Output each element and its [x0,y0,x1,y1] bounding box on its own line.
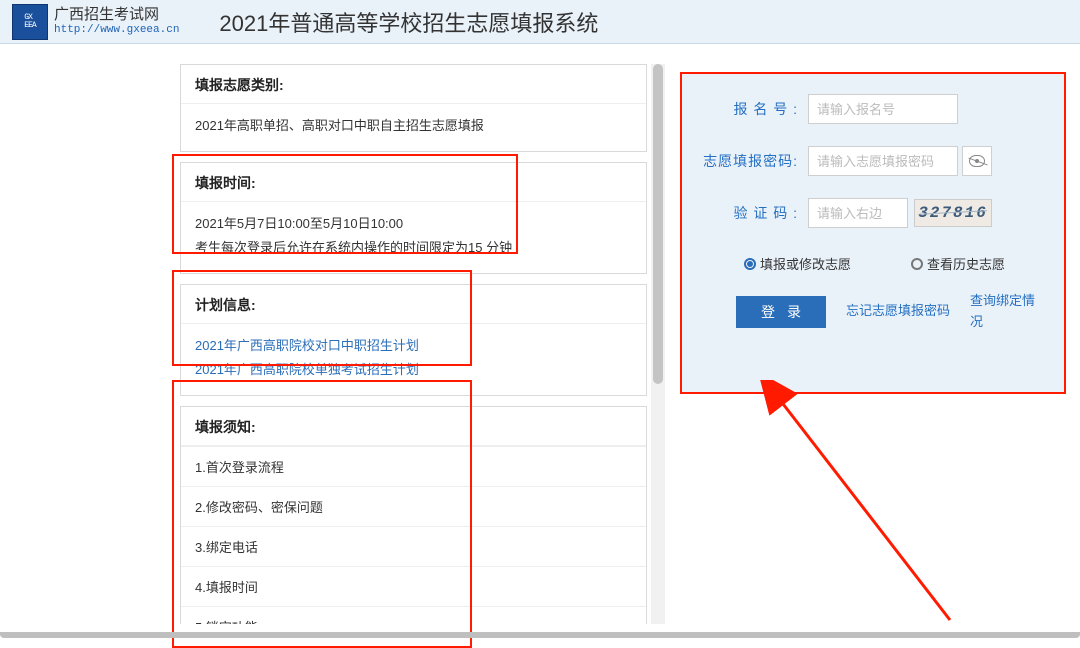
card-time-title: 填报时间: [181,163,646,202]
list-item[interactable]: 1.首次登录流程 [181,446,646,486]
site-logo-icon: GXEEA [12,4,48,40]
input-regno[interactable] [808,94,958,124]
brand-block: 广西招生考试网 http://www.gxeea.cn [54,6,179,37]
bottom-border [0,632,1080,638]
plan-link-1[interactable]: 2021年广西高职院校对口中职招生计划 [195,338,419,353]
radio-fill-label: 填报或修改志愿 [760,254,851,273]
label-captcha: 验 证 码 : [700,203,808,223]
captcha-image[interactable]: 327816 [914,199,992,227]
instructions-list: 1.首次登录流程 2.修改密码、密保问题 3.绑定电话 4.填报时间 5.锁定功… [181,446,646,624]
action-row: 登录 忘记志愿填报密码 查询绑定情况 [700,291,1046,333]
app-header: GXEEA 广西招生考试网 http://www.gxeea.cn 2021年普… [0,0,1080,44]
card-plan-body: 2021年广西高职院校对口中职招生计划 2021年广西高职院校单独考试招生计划 [181,324,646,395]
time-line2: 考生每次登录后允许在系统内操作的时间限定为15 分钟 [195,240,512,255]
toggle-password-visibility[interactable] [962,146,992,176]
card-time: 填报时间: 2021年5月7日10:00至5月10日10:00 考生每次登录后允… [180,162,647,274]
label-password: 志愿填报密码: [700,151,808,171]
scrollbar-thumb[interactable] [653,64,663,384]
radio-history-label: 查看历史志愿 [927,254,1005,273]
row-password: 志愿填报密码: [700,146,1046,176]
list-item[interactable]: 5.锁定功能 [181,606,646,624]
time-line1: 2021年5月7日10:00至5月10日10:00 [195,216,403,231]
row-captcha: 验 证 码 : 327816 [700,198,1046,228]
eye-icon [969,155,985,167]
scrollbar-track[interactable] [651,64,665,624]
card-plan-title: 计划信息: [181,285,646,324]
row-regno: 报 名 号 : [700,94,1046,124]
card-instructions-title: 填报须知: [181,407,646,446]
card-plan: 计划信息: 2021年广西高职院校对口中职招生计划 2021年广西高职院校单独考… [180,284,647,396]
brand-cn: 广西招生考试网 [54,6,179,24]
radio-fill-or-edit[interactable]: 填报或修改志愿 [744,254,851,273]
brand-url[interactable]: http://www.gxeea.cn [54,24,179,37]
page-title: 2021年普通高等学校招生志愿填报系统 [219,6,598,38]
card-category-title: 填报志愿类别: [181,65,646,104]
list-item[interactable]: 2.修改密码、密保问题 [181,486,646,526]
card-instructions: 填报须知: 1.首次登录流程 2.修改密码、密保问题 3.绑定电话 4.填报时间… [180,406,647,624]
list-item[interactable]: 4.填报时间 [181,566,646,606]
info-scroll-area[interactable]: 填报志愿类别: 2021年高职单招、高职对口中职自主招生志愿填报 填报时间: 2… [180,64,665,624]
radio-dot-icon [744,258,756,270]
radio-view-history[interactable]: 查看历史志愿 [911,254,1005,273]
card-category: 填报志愿类别: 2021年高职单招、高职对口中职自主招生志愿填报 [180,64,647,152]
link-query-binding[interactable]: 查询绑定情况 [970,291,1040,333]
login-panel: 报 名 号 : 志愿填报密码: 验 证 码 : 327816 填报或修改志愿 查… [680,72,1066,394]
input-captcha[interactable] [808,198,908,228]
card-category-body: 2021年高职单招、高职对口中职自主招生志愿填报 [181,104,646,151]
input-password[interactable] [808,146,958,176]
radio-dot-icon [911,258,923,270]
label-regno: 报 名 号 : [700,99,808,119]
list-item[interactable]: 3.绑定电话 [181,526,646,566]
login-button[interactable]: 登录 [736,296,826,328]
link-forgot-password[interactable]: 忘记志愿填报密码 [846,301,950,322]
card-time-body: 2021年5月7日10:00至5月10日10:00 考生每次登录后允许在系统内操… [181,202,646,273]
mode-radio-group: 填报或修改志愿 查看历史志愿 [700,250,1046,291]
plan-link-2[interactable]: 2021年广西高职院校单独考试招生计划 [195,362,419,377]
